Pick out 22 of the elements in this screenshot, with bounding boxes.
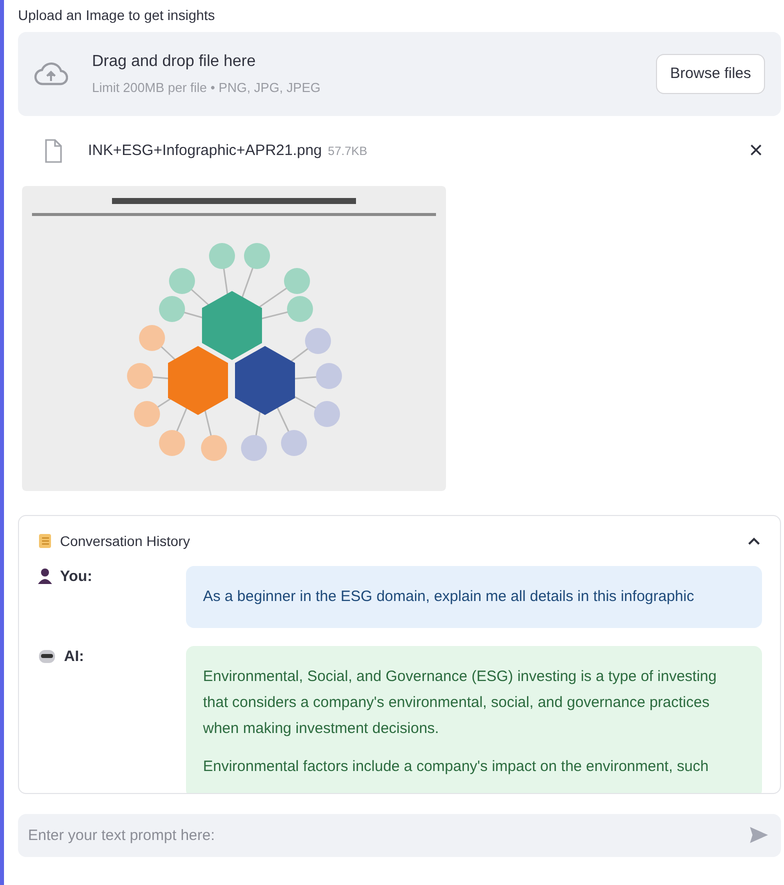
message-text: Environmental factors include a company's impact on the environment, such (203, 757, 710, 777)
person-icon (38, 568, 52, 584)
file-icon (44, 139, 62, 163)
browse-files-button[interactable]: Browse files (656, 54, 765, 94)
prompt-input[interactable]: Enter your text prompt here: (18, 814, 781, 857)
expander-header[interactable]: Conversation History (19, 516, 780, 566)
sender-label: You: (60, 568, 92, 586)
send-icon[interactable] (749, 826, 769, 844)
remove-file-button[interactable]: × (748, 139, 763, 163)
dropzone-hint: Limit 200MB per file • PNG, JPG, JPEG (92, 79, 321, 98)
message-text: As a beginner in the ESG domain, explain me all details in this infographic (203, 587, 696, 607)
file-size: 57.7KB (328, 143, 368, 160)
file-name: INK+ESG+Infographic+APR21.png (88, 140, 322, 161)
cloud-upload-icon (34, 62, 68, 86)
uploader-label: Upload an Image to get insights (18, 6, 216, 25)
sender-label: AI: (64, 648, 84, 666)
message-text: Environmental, Social, and Governance (ESG) investing is a type of investing that considers a company's environmental, social, and governance practices when making investment decisions. (203, 667, 718, 739)
dropzone[interactable]: Drag and drop file here Limit 200MB per file • PNG, JPG, JPEG Browse files (18, 32, 781, 116)
robot-icon (38, 648, 56, 664)
dropzone-title: Drag and drop file here (92, 52, 257, 72)
expander-title: Conversation History (60, 532, 190, 551)
scroll-icon (38, 533, 52, 549)
